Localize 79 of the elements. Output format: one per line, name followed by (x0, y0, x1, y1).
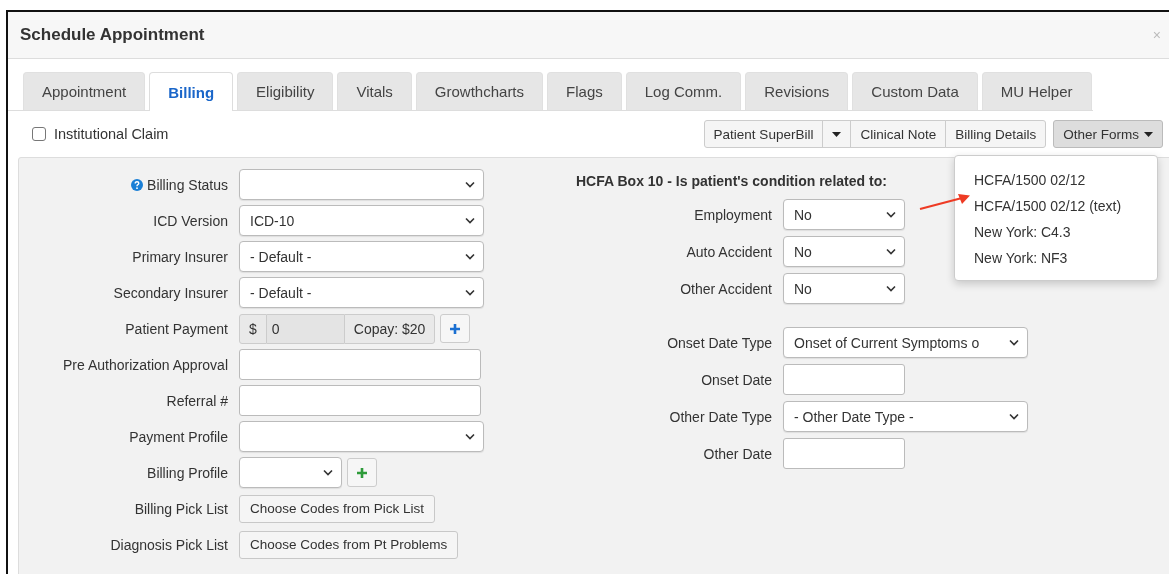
field-label: Other Accident (680, 280, 772, 297)
dropdown[interactable]: - Other Date Type - (783, 401, 1028, 432)
dropdown-toggle[interactable] (822, 120, 852, 148)
menu-item[interactable]: New York: NF3 (955, 245, 1157, 271)
dropdown[interactable] (239, 169, 484, 200)
caret-icon (1144, 131, 1153, 137)
tab[interactable]: Eligibility (237, 72, 334, 110)
chevron-icon (465, 181, 475, 188)
form-button[interactable]: Clinical Note (850, 120, 947, 148)
text-field[interactable] (239, 349, 481, 380)
dropdown[interactable]: - Default - (239, 241, 484, 272)
section-heading: HCFA Box 10 - Is patient's condition related to: (576, 172, 887, 191)
field-label: Billing Status (147, 176, 228, 193)
dropdown[interactable] (239, 421, 484, 452)
chevron-icon (465, 433, 475, 440)
tab[interactable]: Billing (149, 72, 234, 111)
field-label: Other Date Type (669, 408, 772, 425)
pick-list-button[interactable]: Choose Codes from Pt Problems (239, 530, 459, 559)
chevron-icon (465, 289, 475, 296)
tab[interactable]: MU Helper (981, 72, 1092, 110)
field-label: Patient Payment (125, 320, 228, 337)
field-label: Referral # (166, 392, 228, 409)
chevron-icon (886, 211, 896, 218)
field-label: Secondary Insurer (113, 284, 228, 301)
add-button[interactable] (347, 458, 377, 487)
chevron-icon (1009, 339, 1019, 346)
dropdown[interactable]: ICD-10 (239, 205, 484, 236)
tab[interactable]: Growthcharts (415, 72, 544, 110)
currency-addon: $ (239, 313, 267, 344)
date-field[interactable] (783, 364, 905, 395)
copay-addon: Copay: $20 (343, 313, 436, 344)
dropdown[interactable]: No (783, 273, 905, 304)
date-field[interactable] (783, 438, 905, 469)
field-label: Payment Profile (129, 428, 228, 445)
plus-icon (449, 322, 462, 335)
chevron-icon (1009, 413, 1019, 420)
field-label: Onset Date Type (667, 334, 772, 351)
annotation-arrow (918, 192, 972, 212)
text-field[interactable] (239, 385, 481, 416)
field-label: Employment (694, 206, 772, 223)
tab[interactable]: Vitals (337, 72, 412, 110)
field-label: Billing Pick List (134, 500, 228, 517)
dropdown[interactable]: Onset of Current Symptoms o (783, 327, 1028, 358)
dropdown[interactable]: - Default - (239, 277, 484, 308)
payment-field[interactable]: 0 (266, 313, 344, 344)
tab[interactable]: Log Comm. (625, 72, 742, 110)
chevron-icon (465, 253, 475, 260)
field-label: Diagnosis Pick List (110, 536, 228, 553)
tab[interactable]: Custom Data (852, 72, 978, 110)
field-label: ICD Version (153, 212, 228, 229)
other-forms-button[interactable]: Other Forms (1053, 120, 1163, 148)
tab[interactable]: Revisions (745, 72, 849, 110)
plus-icon (356, 466, 368, 479)
menu-item[interactable]: HCFA/1500 02/12 (955, 167, 1157, 193)
dropdown[interactable]: No (783, 236, 905, 267)
dropdown[interactable] (239, 457, 342, 488)
checkbox[interactable] (32, 127, 46, 141)
chevron-icon (465, 217, 475, 224)
menu-item[interactable]: New York: C4.3 (955, 219, 1157, 245)
chevron-icon (886, 285, 896, 292)
caret-icon (832, 131, 842, 137)
field-label: Billing Profile (147, 464, 228, 481)
pick-list-button[interactable]: Choose Codes from Pick List (239, 494, 436, 523)
checkbox-label: Institutional Claim (54, 126, 169, 142)
field-label: Auto Accident (686, 243, 772, 260)
field-label: Other Date (703, 445, 772, 462)
menu-item[interactable]: HCFA/1500 02/12 (text) (955, 193, 1157, 219)
superbill-button[interactable]: Patient SuperBill (703, 120, 824, 148)
form-button[interactable]: Billing Details (945, 120, 1047, 148)
window-title: Schedule Appointment (20, 25, 205, 45)
tab[interactable]: Flags (547, 72, 622, 110)
field-label: Onset Date (701, 371, 772, 388)
dropdown[interactable]: No (783, 199, 905, 230)
chevron-icon (323, 469, 333, 476)
field-label: Primary Insurer (132, 248, 228, 265)
tab[interactable]: Appointment (23, 72, 146, 110)
chevron-icon (886, 248, 896, 255)
field-label: Pre Authorization Approval (63, 356, 228, 373)
add-button[interactable] (440, 314, 471, 343)
